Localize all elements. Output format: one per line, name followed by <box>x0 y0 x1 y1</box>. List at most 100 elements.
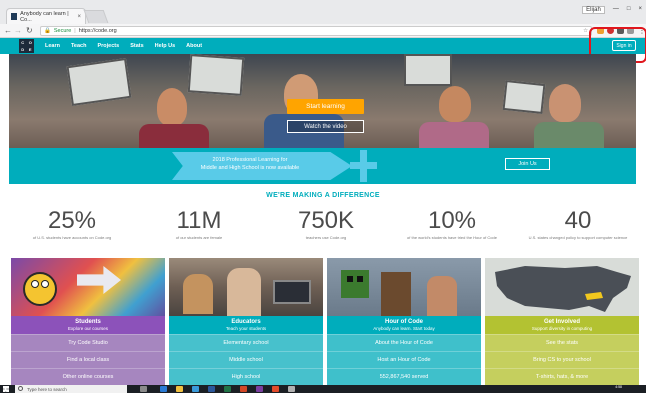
students-card: Students Explore our courses Try Code St… <box>11 258 165 385</box>
stat-label: teachers use Code.org <box>305 235 347 240</box>
banner-text[interactable]: 2018 Professional Learning for Middle an… <box>190 156 310 172</box>
stat-label: of our students are female <box>175 235 223 240</box>
file-explorer-icon[interactable] <box>176 386 183 392</box>
nav-item-teach[interactable]: Teach <box>71 43 87 49</box>
student-image <box>139 124 209 148</box>
stat-item: 25% of U.S. students have accounts on Co… <box>12 207 132 241</box>
stat-label: of the world's students have tried the H… <box>407 235 497 240</box>
word-icon[interactable] <box>208 386 215 392</box>
card-link[interactable]: Elementary school <box>169 334 323 351</box>
reload-icon[interactable]: ↻ <box>26 26 33 36</box>
student-image <box>183 274 213 314</box>
url-field[interactable]: 🔒 Secure | https://code.org ☆ <box>40 26 592 36</box>
us-map-icon <box>495 266 631 312</box>
educators-card-band[interactable]: Educators Teach your students <box>169 316 323 334</box>
browser-tab[interactable]: Anybody can learn | Co... × <box>6 8 86 24</box>
url-text: https://code.org <box>78 28 117 34</box>
card-subtitle: Anybody can learn. Start today <box>373 325 435 331</box>
bee-eye <box>41 280 49 288</box>
app-icon[interactable] <box>288 386 295 392</box>
task-view-icon[interactable] <box>140 386 147 392</box>
students-card-image[interactable] <box>11 258 165 316</box>
nav-item-learn[interactable]: Learn <box>45 43 60 49</box>
stat-item: 11M of our students are female <box>139 207 259 241</box>
arrow-icon <box>77 266 121 294</box>
student-image <box>157 88 187 126</box>
profile-button[interactable]: Elijah <box>582 6 605 14</box>
stat-label: of U.S. students have accounts on Code.o… <box>32 235 112 240</box>
windows-start-icon[interactable] <box>3 386 9 392</box>
card-link[interactable]: 552,867,540 served <box>327 368 481 385</box>
bookmark-star-icon[interactable]: ☆ <box>583 28 588 34</box>
nav-item-about[interactable]: About <box>186 43 202 49</box>
card-link[interactable]: See the stats <box>485 334 639 351</box>
get-involved-card-image[interactable] <box>485 258 639 316</box>
student-image <box>534 122 604 148</box>
card-link[interactable]: Middle school <box>169 351 323 368</box>
minecraft-character-image <box>381 272 411 316</box>
taskbar-clock[interactable]: 4:58 <box>615 385 622 389</box>
watch-video-button[interactable]: Watch the video <box>287 120 364 133</box>
back-icon[interactable]: ← <box>4 26 12 36</box>
card-link[interactable]: Try Code Studio <box>11 334 165 351</box>
browser-tab-bar: Anybody can learn | Co... × Elijah — □ × <box>0 0 646 24</box>
get-involved-card-band[interactable]: Get Involved Support diversity in comput… <box>485 316 639 334</box>
close-window-button[interactable]: × <box>638 6 642 14</box>
creeper-eye <box>347 276 353 282</box>
taskbar-search-field[interactable]: Type here to search <box>15 385 127 393</box>
educators-card-links: Elementary school Middle school High sch… <box>169 334 323 385</box>
tab-close-icon[interactable]: × <box>77 14 81 20</box>
stat-item: 750K teachers use Code.org <box>266 207 386 241</box>
excel-icon[interactable] <box>224 386 231 392</box>
join-us-button[interactable]: Join Us <box>505 158 550 170</box>
maximize-button[interactable]: □ <box>627 6 631 14</box>
plus-icon <box>350 162 377 169</box>
banner-line-1: 2018 Professional Learning for <box>212 157 288 163</box>
card-link[interactable]: High school <box>169 368 323 385</box>
code-org-logo[interactable]: CO DE <box>19 39 34 53</box>
students-card-band[interactable]: Students Explore our courses <box>11 316 165 334</box>
banner-line-2: Middle and High School is now available <box>200 165 300 171</box>
hour-of-code-card-links: About the Hour of Code Host an Hour of C… <box>327 334 481 385</box>
edge-icon[interactable] <box>160 386 167 392</box>
hour-of-code-card-image[interactable] <box>327 258 481 316</box>
powerpoint-icon[interactable] <box>240 386 247 392</box>
minimize-button[interactable]: — <box>613 6 619 14</box>
nav-item-help-us[interactable]: Help Us <box>155 43 175 49</box>
card-link[interactable]: T-shirts, hats, & more <box>485 368 639 385</box>
address-bar: ← → ↻ 🔒 Secure | https://code.org ☆ ⋮ <box>0 24 646 38</box>
laptop-image <box>273 280 311 304</box>
student-image <box>439 86 471 122</box>
forward-icon[interactable]: → <box>14 26 22 36</box>
stat-number: 25% <box>47 207 97 234</box>
tablet-image <box>187 54 245 96</box>
students-card-links: Try Code Studio Find a local class Other… <box>11 334 165 385</box>
card-link[interactable]: Host an Hour of Code <box>327 351 481 368</box>
card-subtitle: Teach your students <box>225 325 267 331</box>
card-link[interactable]: Bring CS to your school <box>485 351 639 368</box>
card-link[interactable]: About the Hour of Code <box>327 334 481 351</box>
new-tab-button[interactable] <box>83 10 109 23</box>
card-link[interactable]: Find a local class <box>11 351 165 368</box>
stat-label: U.S. states changed policy to support co… <box>528 235 628 240</box>
student-image <box>419 122 489 148</box>
educators-card-image[interactable] <box>169 258 323 316</box>
window-controls: Elijah — □ × <box>582 6 642 14</box>
onenote-icon[interactable] <box>256 386 263 392</box>
start-learning-button[interactable]: Start learning <box>287 99 364 114</box>
search-icon <box>18 386 23 391</box>
stat-number: 750K <box>297 207 355 234</box>
site-header: CO DE Learn Teach Projects Stats Help Us… <box>0 38 646 54</box>
hour-of-code-card-band[interactable]: Hour of Code Anybody can learn. Start to… <box>327 316 481 334</box>
stat-number: 11M <box>176 207 222 234</box>
get-involved-card-links: See the stats Bring CS to your school T-… <box>485 334 639 385</box>
card-link[interactable]: Other online courses <box>11 368 165 385</box>
chrome-icon[interactable] <box>272 386 279 392</box>
card-title: Hour of Code <box>385 318 423 325</box>
lock-icon: 🔒 <box>44 28 51 34</box>
nav-item-stats[interactable]: Stats <box>130 43 143 49</box>
nav-item-projects[interactable]: Projects <box>97 43 119 49</box>
hour-of-code-card: Hour of Code Anybody can learn. Start to… <box>327 258 481 385</box>
store-icon[interactable] <box>192 386 199 392</box>
educators-card: Educators Teach your students Elementary… <box>169 258 323 385</box>
